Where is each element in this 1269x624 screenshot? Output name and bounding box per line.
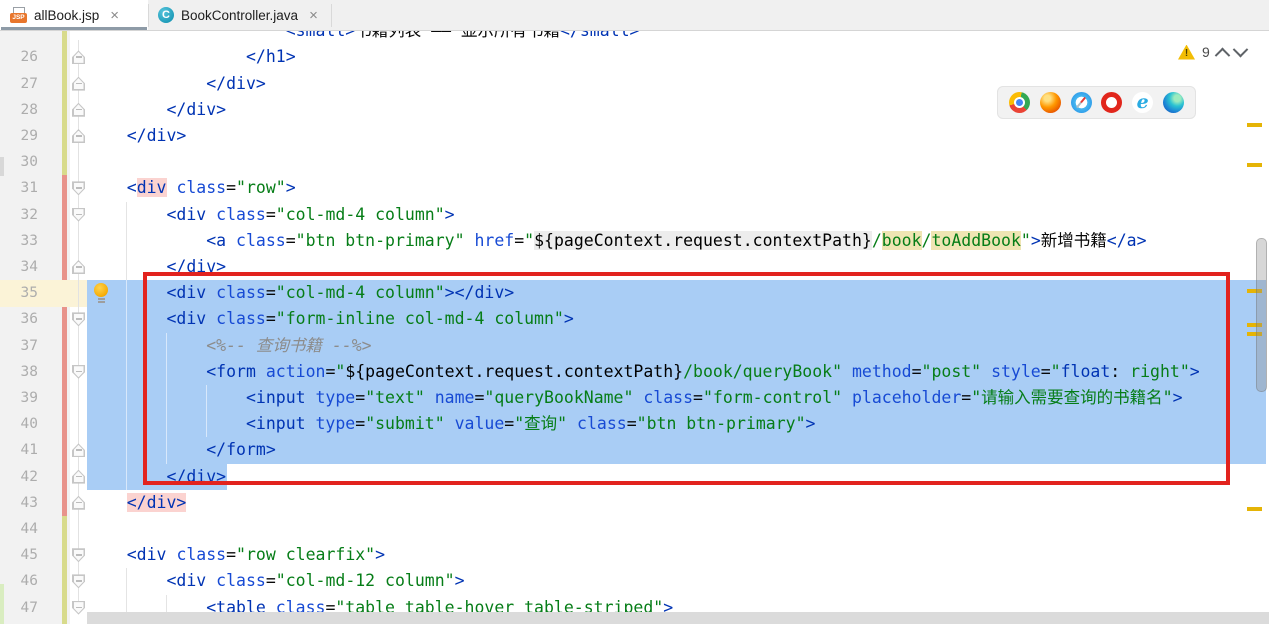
opera-icon[interactable]	[1101, 92, 1122, 113]
firefox-icon[interactable]	[1040, 92, 1061, 113]
code-line-46[interactable]: <div class="col-md-12 column">	[87, 568, 465, 594]
tab-bookcontroller-java[interactable]: C BookController.java ×	[148, 0, 332, 30]
line-number[interactable]: 26	[0, 44, 38, 70]
open-in-browser-bar: e	[997, 86, 1196, 119]
java-class-icon: C	[158, 7, 174, 23]
line-number[interactable]: 27	[0, 71, 38, 97]
code-line-31[interactable]: <div class="row">	[87, 175, 296, 201]
code-line-32[interactable]: <div class="col-md-4 column">	[87, 202, 455, 228]
line-number[interactable]: 43	[0, 490, 38, 516]
error-stripe-mark[interactable]	[1247, 163, 1262, 167]
jsp-file-icon: JSP	[10, 7, 27, 24]
line-number[interactable]: 28	[0, 97, 38, 123]
line-number[interactable]: 34	[0, 254, 38, 280]
prev-warning-chevron-up-icon[interactable]	[1215, 47, 1231, 63]
warning-triangle-icon: !	[1178, 45, 1195, 60]
safari-icon[interactable]	[1071, 92, 1092, 113]
line-number[interactable]: 35	[0, 280, 38, 306]
line-number[interactable]: 44	[0, 516, 38, 542]
code-line-33[interactable]: <a class="btn btn-primary" href="${pageC…	[87, 228, 1147, 254]
chrome-icon[interactable]	[1009, 92, 1030, 113]
line-number[interactable]: 32	[0, 202, 38, 228]
internet-explorer-icon[interactable]: e	[1132, 92, 1153, 113]
warning-count: 9	[1202, 44, 1210, 60]
annotation-red-box	[143, 272, 1230, 485]
code-line-28[interactable]: </div>	[87, 97, 226, 123]
tab-allbook-jsp[interactable]: JSP allBook.jsp ×	[0, 0, 148, 30]
code-line-27[interactable]: </div>	[87, 71, 266, 97]
intention-bulb-icon[interactable]	[93, 283, 109, 304]
line-number[interactable]: 29	[0, 123, 38, 149]
close-tab-icon[interactable]: ×	[309, 8, 318, 23]
left-edge-mark	[0, 157, 4, 176]
line-number[interactable]: 39	[0, 385, 38, 411]
line-number[interactable]: 47	[0, 595, 38, 621]
close-tab-icon[interactable]: ×	[110, 8, 119, 23]
error-stripe-mark[interactable]	[1247, 507, 1262, 511]
line-number[interactable]: 36	[0, 306, 38, 332]
line-number[interactable]: 30	[0, 149, 38, 175]
code-line-43[interactable]: </div>	[87, 490, 186, 516]
edge-icon[interactable]	[1163, 92, 1184, 113]
ide-window: <small>书籍列表 —— 显示所有书籍</small> </h1> </di…	[0, 0, 1269, 624]
bulb-glass	[94, 283, 108, 297]
line-number[interactable]: 41	[0, 437, 38, 463]
line-number[interactable]: 45	[0, 542, 38, 568]
line-number[interactable]: 33	[0, 228, 38, 254]
editor-tab-bar: JSP allBook.jsp × C BookController.java …	[0, 0, 1269, 31]
line-number[interactable]: 37	[0, 333, 38, 359]
code-line-45[interactable]: <div class="row clearfix">	[87, 542, 385, 568]
line-number[interactable]: 38	[0, 359, 38, 385]
inspections-widget[interactable]: ! 9	[1178, 42, 1246, 62]
tab-label: BookController.java	[181, 8, 298, 23]
horizontal-scrollbar[interactable]	[87, 612, 1269, 624]
bulb-base	[98, 298, 105, 300]
error-stripe-mark[interactable]	[1247, 123, 1262, 127]
line-number[interactable]: 40	[0, 411, 38, 437]
left-edge-mark	[0, 584, 4, 624]
vertical-scrollbar-thumb[interactable]	[1256, 238, 1267, 392]
line-number[interactable]: 31	[0, 175, 38, 201]
code-line-26[interactable]: </h1>	[87, 44, 296, 70]
line-number[interactable]: 46	[0, 568, 38, 594]
next-warning-chevron-down-icon[interactable]	[1233, 41, 1249, 57]
tab-label: allBook.jsp	[34, 8, 99, 23]
active-tab-underline	[1, 27, 147, 31]
code-line-29[interactable]: </div>	[87, 123, 186, 149]
line-number[interactable]: 42	[0, 464, 38, 490]
editor-pane[interactable]: <small>书籍列表 —— 显示所有书籍</small> </h1> </di…	[0, 0, 1269, 624]
